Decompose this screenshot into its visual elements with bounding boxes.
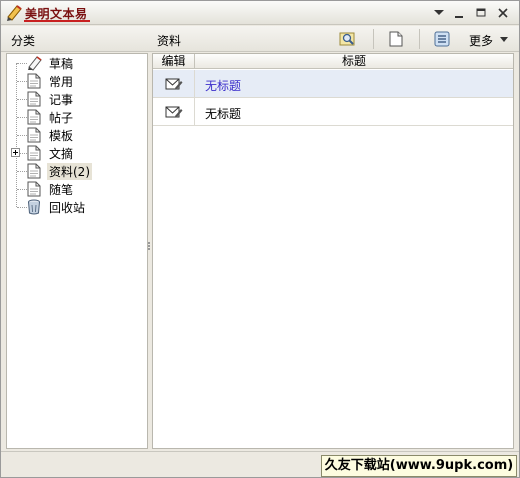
tree-item-label: 常用 [49,75,74,89]
tree-item-label: 记事 [49,93,74,107]
category-tree: 草稿常用记事帖子模板文摘资料(2) 随笔回收站 [6,53,148,449]
dropdown-menu-icon[interactable] [431,5,447,21]
maximize-icon[interactable] [473,5,489,21]
title-bar[interactable]: 美明文本易 [1,1,519,25]
document-icon [27,109,43,125]
list-header: 编辑 标题 [153,54,513,69]
header-bar: 分类 资料 更多 [1,26,519,52]
document-icon [27,91,43,107]
edit-cell[interactable] [153,70,195,97]
title-underline [24,20,90,22]
close-icon[interactable] [495,5,511,21]
app-window: 美明文本易 分类 资料 更多 草稿 常用 记事 帖子 模板 文摘 资料(2) 随… [0,0,520,478]
document-icon [27,181,43,197]
tree-item[interactable]: 记事 [7,90,147,108]
tree-item[interactable]: 回收站 [7,198,147,216]
tree-item-label: 草稿 [49,57,74,71]
document-icon [27,163,43,179]
row-title: 无标题 [205,107,242,121]
edit-cell[interactable] [153,98,195,125]
tree-item-label: 回收站 [49,201,86,215]
tree-item[interactable]: 草稿 [7,54,147,72]
row-title: 无标题 [205,79,242,93]
status-bar: 久友下载站(www.9upk.com) [1,451,519,477]
tree-item-label: 资料(2) [47,163,92,180]
column-header-title[interactable]: 标题 [195,54,513,69]
current-folder-label: 资料 [157,34,182,48]
note-list: 编辑 标题 无标题 无标题 [152,53,514,449]
watermark-label: 久友下载站(www.9upk.com) [321,455,517,477]
tree-item[interactable]: 文摘 [7,144,147,162]
list-view-icon[interactable] [431,29,453,49]
tree-item[interactable]: 常用 [7,72,147,90]
tree-item[interactable]: 资料(2) [7,162,147,180]
chevron-down-icon[interactable] [499,33,509,47]
tree-item-label: 帖子 [49,111,74,125]
app-logo-icon [5,3,25,23]
toolbar-separator [373,29,374,49]
expand-icon[interactable] [11,148,20,157]
edit-icon[interactable] [165,76,183,95]
new-document-icon[interactable] [385,29,407,49]
tree-item[interactable]: 随笔 [7,180,147,198]
document-icon [27,145,43,161]
tree-item[interactable]: 模板 [7,126,147,144]
tree-item[interactable]: 帖子 [7,108,147,126]
draft-pen-icon [27,55,43,71]
document-icon [27,73,43,89]
list-row[interactable]: 无标题 [153,70,513,98]
column-header-edit[interactable]: 编辑 [153,54,195,69]
document-icon [27,127,43,143]
tree-item-label: 文摘 [49,147,74,161]
tree-item-label: 随笔 [49,183,74,197]
list-row[interactable]: 无标题 [153,98,513,126]
tree-item-label: 模板 [49,129,74,143]
more-menu-button[interactable]: 更多 [469,32,493,49]
category-label: 分类 [11,34,36,48]
recycle-bin-icon [27,199,43,215]
toolbar-separator [419,29,420,49]
panel-splitter[interactable] [148,241,151,251]
minimize-icon[interactable] [451,5,467,21]
edit-icon[interactable] [165,104,183,123]
search-icon[interactable] [337,29,359,49]
